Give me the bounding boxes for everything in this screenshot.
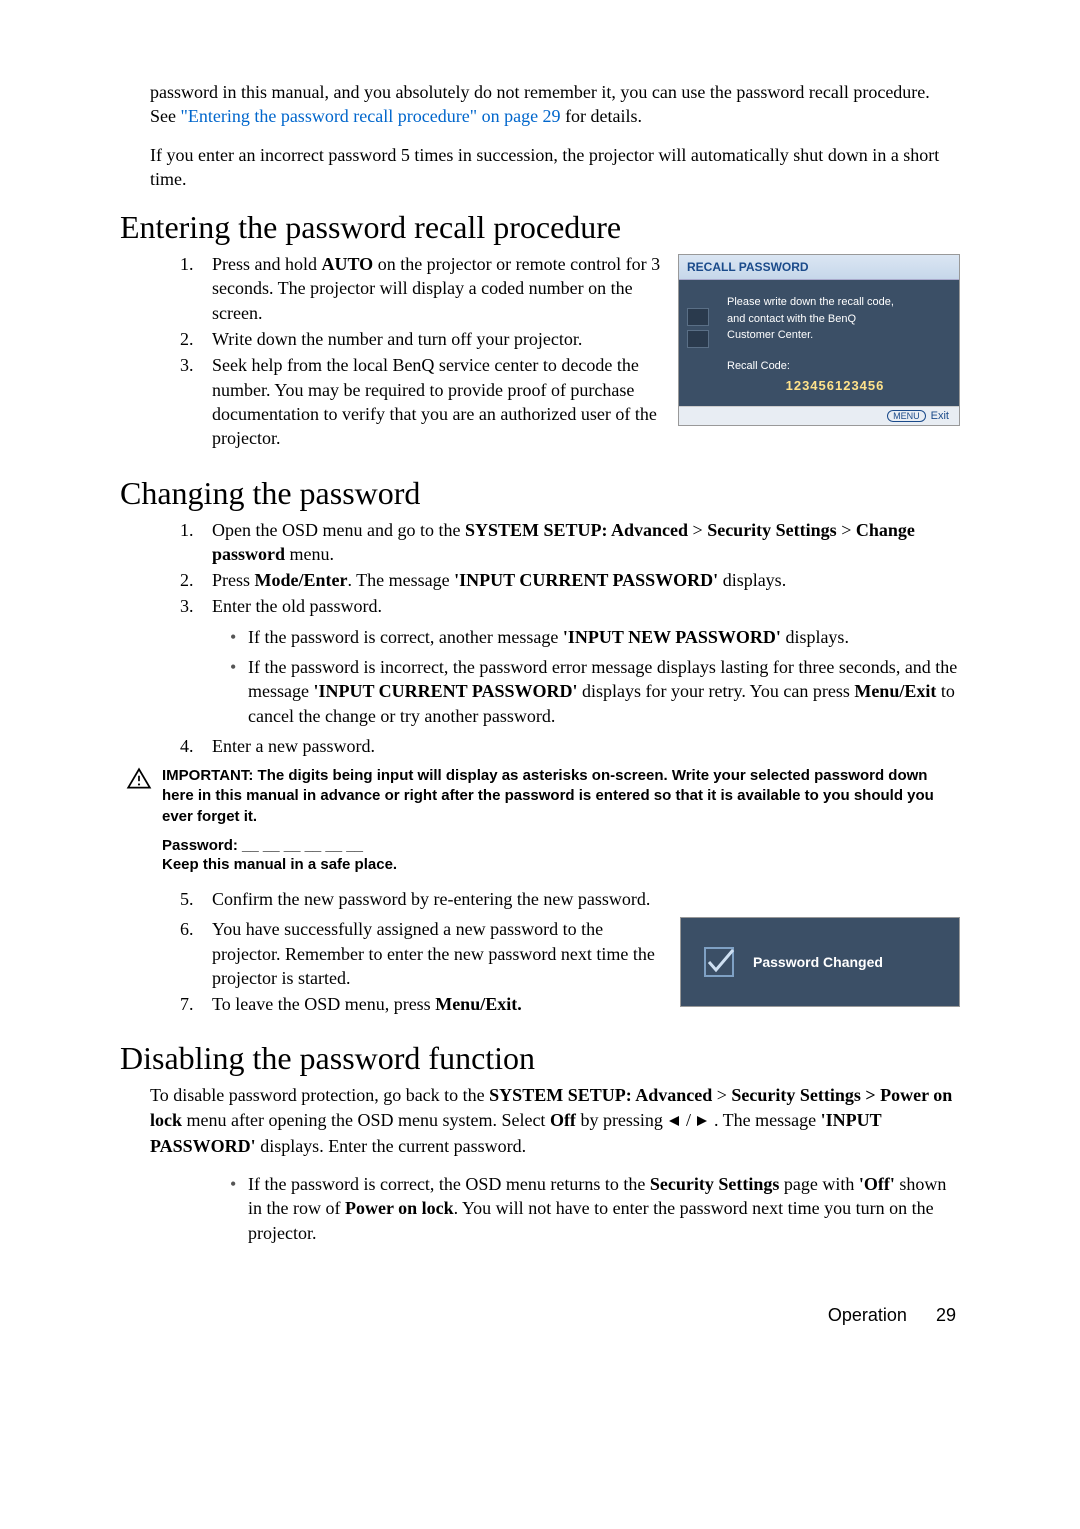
disable-paragraph: To disable password protection, go back … [120, 1083, 960, 1158]
heading-changing-password: Changing the password [120, 475, 960, 512]
change-bullet-correct: If the password is correct, another mess… [230, 625, 960, 649]
change-step-7: To leave the OSD menu, press Menu/Exit. [198, 992, 664, 1016]
keep-manual-note: Keep this manual in a safe place. [120, 856, 960, 873]
heading-disabling-password: Disabling the password function [120, 1040, 960, 1077]
checkmark-icon [699, 942, 739, 982]
recall-step-2: Write down the number and turn off your … [198, 327, 662, 351]
password-write-line: Password: __ __ __ __ __ __ [120, 837, 960, 854]
recall-step-1: Press and hold AUTO on the projector or … [198, 252, 662, 325]
menu-button-icon: MENU [887, 410, 926, 422]
recall-dialog-title: RECALL PASSWORD [679, 255, 959, 280]
recall-dialog-footer: MENU Exit [679, 406, 959, 425]
change-step-4: Enter a new password. [198, 734, 960, 758]
recall-password-dialog: RECALL PASSWORD Please write down the re… [678, 254, 960, 426]
warning-icon [126, 766, 152, 797]
footer-section: Operation [828, 1305, 907, 1325]
right-arrow-icon [695, 1109, 709, 1133]
change-step-6: You have successfully assigned a new pas… [198, 917, 664, 990]
password-changed-text: Password Changed [753, 954, 883, 970]
recall-step-3: Seek help from the local BenQ service ce… [198, 353, 662, 450]
disable-bullet-correct: If the password is correct, the OSD menu… [230, 1172, 960, 1245]
change-step-5: Confirm the new password by re-entering … [198, 887, 960, 911]
password-changed-dialog: Password Changed [680, 917, 960, 1007]
change-bullet-incorrect: If the password is incorrect, the passwo… [230, 655, 960, 728]
recall-procedure-link[interactable]: "Entering the password recall procedure"… [181, 106, 561, 126]
recall-code-value: 123456123456 [727, 376, 943, 396]
change-step-2: Press Mode/Enter. The message 'INPUT CUR… [198, 568, 960, 592]
footer-page-number: 29 [936, 1305, 956, 1325]
change-step-3: Enter the old password. [198, 594, 960, 618]
change-step-1: Open the OSD menu and go to the SYSTEM S… [198, 518, 960, 567]
page-footer: Operation 29 [120, 1305, 960, 1326]
intro-paragraph-2: If you enter an incorrect password 5 tim… [120, 143, 960, 192]
left-arrow-icon [667, 1109, 681, 1133]
important-note: IMPORTANT: The digits being input will d… [162, 766, 960, 827]
intro-paragraph-1: password in this manual, and you absolut… [120, 80, 960, 129]
recall-dialog-icon [687, 308, 709, 352]
heading-recall-procedure: Entering the password recall procedure [120, 209, 960, 246]
